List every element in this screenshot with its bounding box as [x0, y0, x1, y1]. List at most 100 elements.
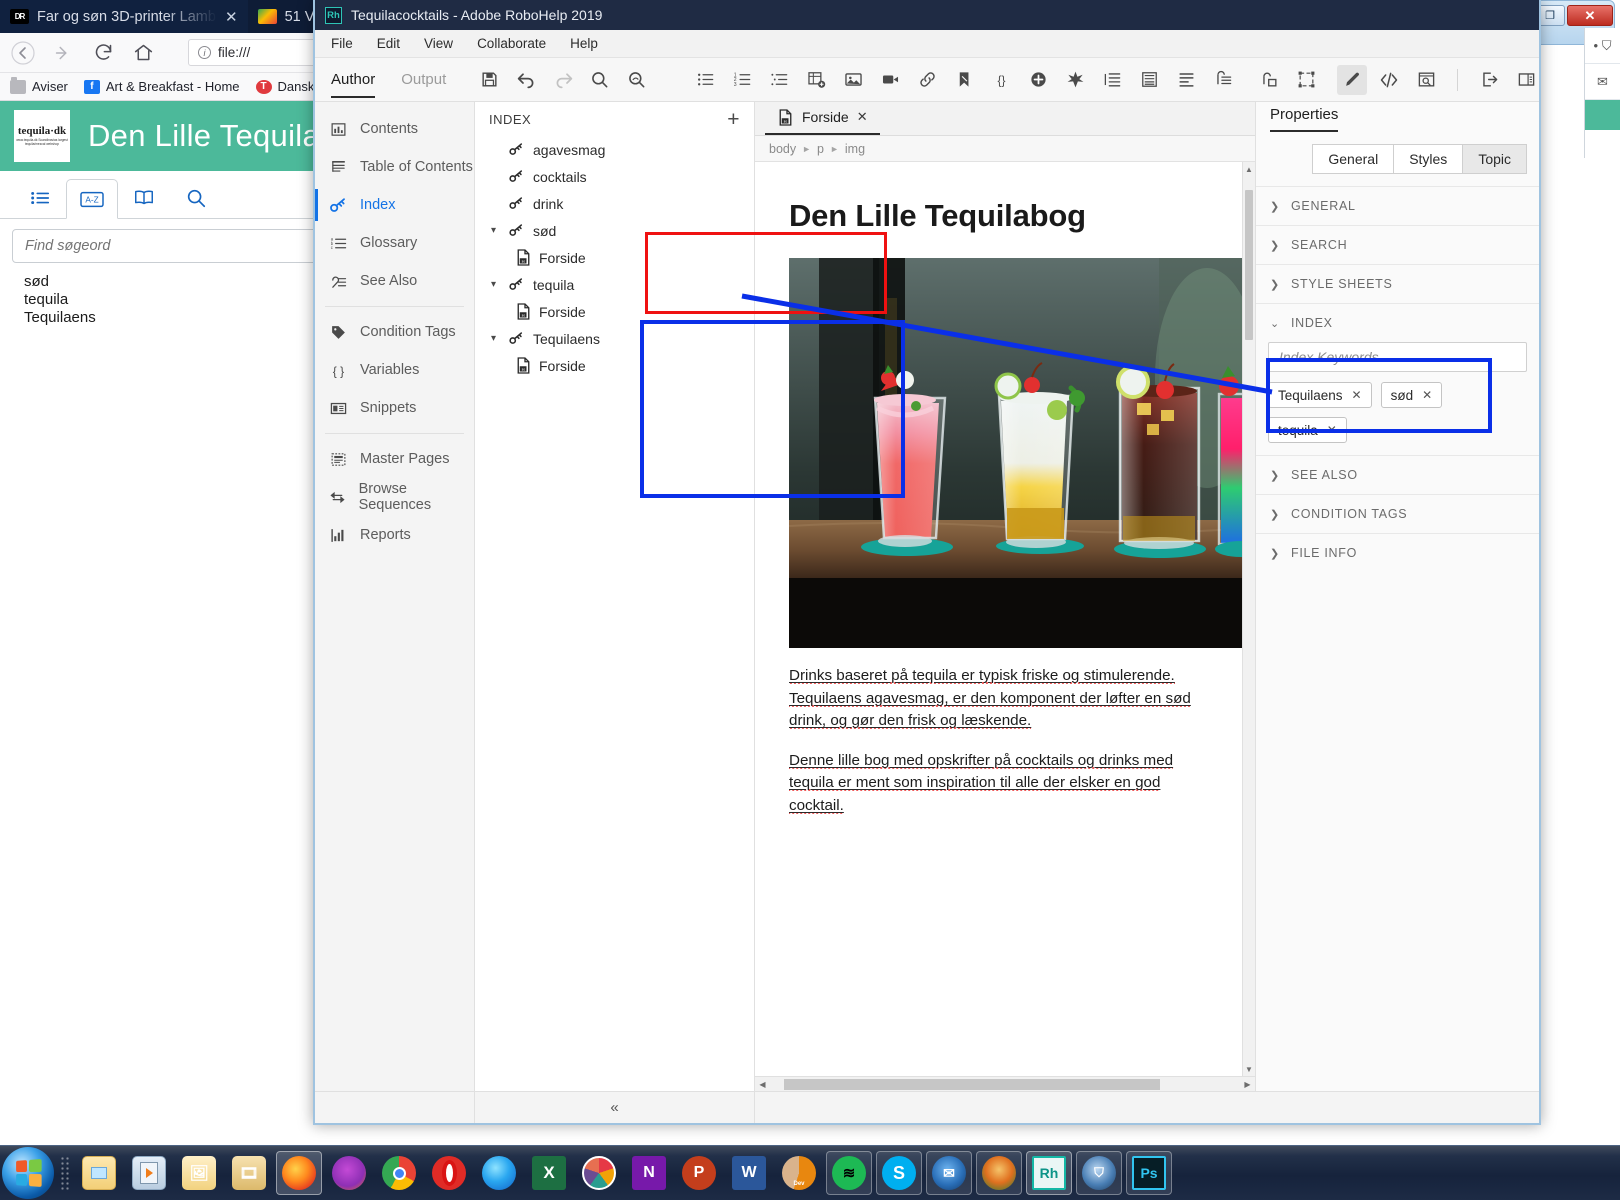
taskbar-item-powerpoint[interactable]: P — [676, 1151, 722, 1195]
chevron-down-icon[interactable]: ▾ — [487, 279, 500, 290]
taskbar-grip[interactable] — [60, 1156, 70, 1190]
taskbar-item-thunderbird[interactable]: ✉ — [926, 1151, 972, 1195]
menu-item-view[interactable]: View — [424, 36, 453, 51]
sidebar-item-master-pages[interactable]: Master Pages — [315, 440, 474, 478]
layout-panel-icon[interactable] — [1511, 65, 1541, 95]
index-topic-forside[interactable]: H Forside — [475, 298, 754, 325]
index-az-icon[interactable]: A-Z — [66, 179, 118, 219]
taskbar-item-robohelp[interactable]: Rh — [1026, 1151, 1072, 1195]
taskbar-item-mozilla[interactable] — [976, 1151, 1022, 1195]
save-icon[interactable] — [474, 65, 504, 95]
multilevel-list-icon[interactable] — [764, 65, 794, 95]
undo-icon[interactable] — [511, 65, 541, 95]
collapse-panel-button[interactable]: « — [475, 1092, 755, 1123]
index-entry-tequilaens[interactable]: ▾ Tequilaens — [475, 325, 754, 352]
snippet-icon[interactable] — [1023, 65, 1053, 95]
taskbar-item-chrome[interactable] — [376, 1151, 422, 1195]
accordion-style-sheets[interactable]: ❯ STYLE SHEETS — [1256, 264, 1539, 303]
code-view-icon[interactable] — [1374, 65, 1404, 95]
chevron-down-icon[interactable]: ▾ — [487, 333, 500, 344]
reload-icon[interactable] — [90, 40, 116, 66]
menu-item-file[interactable]: File — [331, 36, 353, 51]
search-icon[interactable] — [170, 178, 222, 218]
taskbar-item-photo-gallery[interactable]: 🖼 — [176, 1151, 222, 1195]
topic-editor[interactable]: H Forside ✕ body ► p ► img Den Lille Teq… — [755, 102, 1255, 1091]
sidebar-item-contents[interactable]: Contents — [315, 110, 474, 148]
sidebar-item-condition-tags[interactable]: Condition Tags — [315, 313, 474, 351]
remove-icon[interactable]: ✕ — [1422, 388, 1432, 402]
drop-down-text-icon[interactable] — [1134, 65, 1164, 95]
taskbar-item-chrome-dev[interactable]: Dev — [776, 1151, 822, 1195]
back-icon[interactable] — [10, 40, 36, 66]
see-also-icon[interactable] — [1254, 65, 1284, 95]
sidebar-item-snippets[interactable]: Snippets — [315, 389, 474, 427]
tab-general[interactable]: General — [1312, 144, 1395, 174]
breadcrumb-item-img[interactable]: img — [845, 142, 865, 156]
bookmark-icon[interactable] — [949, 65, 979, 95]
sidebar-item-variables[interactable]: { } Variables — [315, 351, 474, 389]
insert-table-icon[interactable] — [801, 65, 831, 95]
bookmark-item-art-breakfast[interactable]: f Art & Breakfast - Home — [83, 79, 240, 94]
robohelp-window[interactable]: Rh Tequilacocktails - Adobe RoboHelp 201… — [313, 0, 1541, 1125]
taskbar-item-movie-maker[interactable]: 🎞 — [226, 1151, 272, 1195]
accordion-search[interactable]: ❯ SEARCH — [1256, 225, 1539, 264]
index-entry-agavesmag[interactable]: ▾ agavesmag — [475, 136, 754, 163]
breadcrumb-item-p[interactable]: p — [817, 142, 824, 156]
index-panel[interactable]: INDEX + ▾ agavesmag ▾ cocktails ▾ drink … — [475, 102, 905, 1091]
select-frame-icon[interactable] — [1291, 65, 1321, 95]
preview-icon[interactable] — [1411, 65, 1441, 95]
menu-item-collaborate[interactable]: Collaborate — [477, 36, 546, 51]
editor-tab-forside[interactable]: H Forside ✕ — [765, 101, 880, 135]
taskbar-item-waterfox[interactable] — [476, 1151, 522, 1195]
expanding-text-icon[interactable] — [1171, 65, 1201, 95]
accordion-see-also[interactable]: ❯ SEE ALSO — [1256, 455, 1539, 494]
sidebar-item-browse-sequences[interactable]: Browse Sequences — [315, 478, 474, 516]
menu-item-edit[interactable]: Edit — [377, 36, 400, 51]
keyword-chip-list[interactable]: Tequilaens ✕ sød ✕ tequila ✕ — [1256, 382, 1539, 455]
body-paragraph-1[interactable]: Drinks baseret på tequila er typisk fris… — [789, 665, 1219, 733]
index-entry-cocktails[interactable]: ▾ cocktails — [475, 163, 754, 190]
insert-symbol-icon[interactable] — [1060, 65, 1090, 95]
sidebar-item-table-of-contents[interactable]: Table of Contents — [315, 148, 474, 186]
scrollbar-track[interactable] — [770, 1078, 1240, 1090]
close-icon[interactable]: ✕ — [857, 109, 868, 125]
glossary-book-icon[interactable] — [118, 178, 170, 218]
document-body[interactable]: Den Lille Tequilabog Drinks baseret på t… — [755, 162, 1242, 1076]
file-actions-group[interactable] — [466, 65, 660, 95]
taskbar-buttons[interactable]: 🖼 🎞 X N P W Dev ≋ S ✉ Rh ⛉ Ps — [76, 1151, 1172, 1195]
accordion-general[interactable]: ❯ GENERAL — [1256, 186, 1539, 225]
mode-author[interactable]: Author — [331, 58, 376, 102]
main-toolbar[interactable]: Author Output 123 {} — [315, 58, 1539, 102]
remove-icon[interactable]: ✕ — [1327, 423, 1337, 437]
taskbar-item-gimp[interactable] — [326, 1151, 372, 1195]
sidebar-item-glossary[interactable]: abc Glossary — [315, 224, 474, 262]
scroll-up-icon[interactable]: ▲ — [1243, 162, 1255, 176]
keyword-chip-tequila[interactable]: tequila ✕ — [1268, 417, 1347, 443]
taskbar-item-opera[interactable] — [426, 1151, 472, 1195]
keyword-chip-tequilaens[interactable]: Tequilaens ✕ — [1268, 382, 1372, 408]
tab-topic[interactable]: Topic — [1463, 144, 1527, 174]
taskbar-item-media-player[interactable] — [126, 1151, 172, 1195]
toc-icon[interactable] — [14, 178, 66, 218]
mode-switcher[interactable]: Author Output — [315, 58, 466, 102]
scrollbar-thumb[interactable] — [784, 1078, 1160, 1090]
scroll-down-icon[interactable]: ▼ — [1243, 1062, 1255, 1076]
accordion-file-info[interactable]: ❯ FILE INFO — [1256, 533, 1539, 572]
start-button[interactable] — [2, 1147, 54, 1199]
find-replace-icon[interactable] — [622, 65, 652, 95]
index-topic-forside[interactable]: H Forside — [475, 352, 754, 379]
find-icon[interactable] — [585, 65, 615, 95]
editor-vertical-scrollbar[interactable]: ▲ ▼ — [1242, 162, 1255, 1076]
close-icon[interactable]: ✕ — [225, 8, 238, 26]
project-navigation-rail[interactable]: Contents Table of Contents Index abc Glo… — [315, 102, 475, 1091]
index-entry-sod[interactable]: ▾ sød — [475, 217, 754, 244]
taskbar-item-pinwheel[interactable] — [576, 1151, 622, 1195]
close-button[interactable]: ✕ — [1567, 5, 1613, 26]
taskbar-item-explorer[interactable] — [76, 1151, 122, 1195]
scrollbar-thumb[interactable] — [1245, 190, 1253, 340]
cocktails-image[interactable] — [789, 258, 1242, 648]
taskbar-item-onenote[interactable]: N — [626, 1151, 672, 1195]
insert-link-icon[interactable] — [912, 65, 942, 95]
mode-output[interactable]: Output — [401, 58, 446, 102]
remove-icon[interactable]: ✕ — [1352, 388, 1362, 402]
